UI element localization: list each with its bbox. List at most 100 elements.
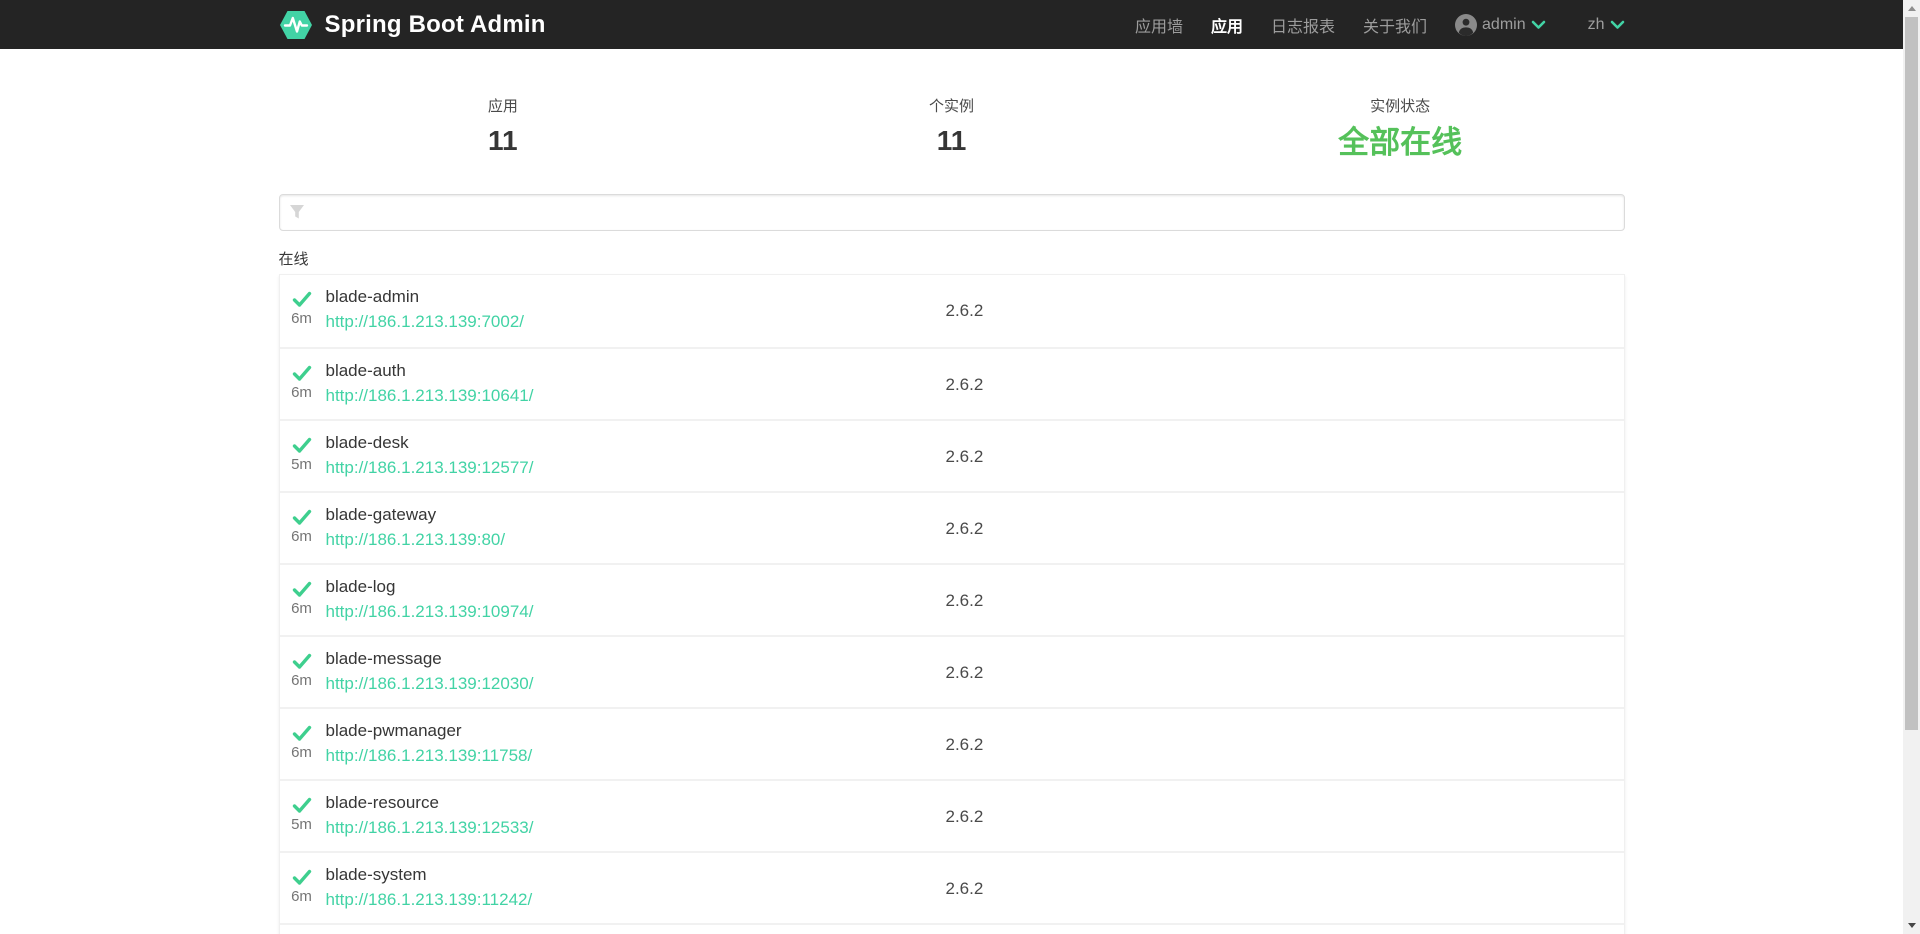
application-version: 2.6.2 bbox=[946, 735, 984, 755]
row-status: 6m bbox=[284, 565, 320, 616]
uptime-label: 6m bbox=[291, 601, 312, 616]
nav-item-applications[interactable]: 应用 bbox=[1211, 13, 1243, 37]
instance-url-link[interactable]: http://186.1.213.139:10974/ bbox=[326, 602, 534, 621]
row-info: blade-pwmanager http://186.1.213.139:117… bbox=[326, 709, 533, 768]
application-name: blade-log bbox=[326, 575, 534, 599]
row-info: blade-desk http://186.1.213.139:12577/ bbox=[326, 421, 534, 480]
application-version: 2.6.2 bbox=[946, 663, 984, 683]
application-row[interactable]: 6m blade-message http://186.1.213.139:12… bbox=[280, 635, 1624, 707]
stat-label: 应用 bbox=[279, 95, 728, 116]
row-info: blade-message http://186.1.213.139:12030… bbox=[326, 637, 534, 696]
stat-applications: 应用 11 bbox=[279, 95, 728, 161]
status-up-check-icon bbox=[292, 581, 312, 598]
application-row[interactable]: 6m blade-admin http://186.1.213.139:7002… bbox=[280, 275, 1624, 347]
nav-item-about[interactable]: 关于我们 bbox=[1363, 13, 1427, 37]
application-version: 2.6.2 bbox=[946, 447, 984, 467]
instance-url-link[interactable]: http://186.1.213.139:10641/ bbox=[326, 386, 534, 405]
application-row[interactable]: 5m blade-desk http://186.1.213.139:12577… bbox=[280, 419, 1624, 491]
application-name: blade-admin bbox=[326, 285, 525, 309]
status-up-check-icon bbox=[292, 653, 312, 670]
row-info: blade-log http://186.1.213.139:10974/ bbox=[326, 565, 534, 624]
uptime-label: 5m bbox=[291, 817, 312, 832]
instance-url-link[interactable]: http://186.1.213.139:80/ bbox=[326, 530, 506, 549]
application-row[interactable]: 6m blade-log http://186.1.213.139:10974/… bbox=[280, 563, 1624, 635]
spring-boot-admin-logo-icon bbox=[279, 10, 313, 40]
uptime-label: 6m bbox=[291, 889, 312, 904]
row-info: blade-auth http://186.1.213.139:10641/ bbox=[326, 349, 534, 408]
chevron-down-icon bbox=[1610, 20, 1625, 30]
status-summary: 应用 11 个实例 11 实例状态 全部在线 bbox=[279, 49, 1625, 161]
row-info: blade-admin http://186.1.213.139:7002/ bbox=[326, 275, 525, 334]
stat-value: 11 bbox=[727, 125, 1176, 157]
instance-url-link[interactable]: http://186.1.213.139:12533/ bbox=[326, 818, 534, 837]
application-name: blade-desk bbox=[326, 431, 534, 455]
header-nav: 应用墙 应用 日志报表 关于我们 admin bbox=[1135, 13, 1625, 37]
uptime-label: 6m bbox=[291, 745, 312, 760]
instance-url-link[interactable]: http://186.1.213.139:11758/ bbox=[326, 746, 533, 765]
uptime-label: 6m bbox=[291, 673, 312, 688]
stat-label: 个实例 bbox=[727, 95, 1176, 116]
instance-url-link[interactable]: http://186.1.213.139:12030/ bbox=[326, 674, 534, 693]
stat-label: 实例状态 bbox=[1176, 95, 1625, 116]
application-name: blade-gateway bbox=[326, 503, 506, 527]
application-version: 2.6.2 bbox=[946, 879, 984, 899]
brand[interactable]: Spring Boot Admin bbox=[279, 10, 546, 40]
application-row[interactable]: 6m blade-pwmanager http://186.1.213.139:… bbox=[280, 707, 1624, 779]
user-menu[interactable]: admin bbox=[1455, 14, 1546, 36]
application-name: blade-message bbox=[326, 647, 534, 671]
scroll-up-arrow-icon bbox=[1908, 6, 1916, 11]
row-status: 6m bbox=[284, 275, 320, 326]
group-status-label: 在线 bbox=[279, 248, 1625, 269]
uptime-label: 6m bbox=[291, 529, 312, 544]
main-viewport: Spring Boot Admin 应用墙 应用 日志报表 关于我们 admin bbox=[0, 0, 1903, 934]
vertical-scrollbar[interactable] bbox=[1903, 0, 1920, 934]
instance-url-link[interactable]: http://186.1.213.139:11242/ bbox=[326, 890, 533, 909]
row-status: 6m bbox=[284, 493, 320, 544]
application-name: blade-pwmanager bbox=[326, 719, 533, 743]
nav-item-journal[interactable]: 日志报表 bbox=[1271, 13, 1335, 37]
status-up-check-icon bbox=[292, 797, 312, 814]
application-row[interactable]: 6m blade-auth http://186.1.213.139:10641… bbox=[280, 347, 1624, 419]
instance-url-link[interactable]: http://186.1.213.139:7002/ bbox=[326, 312, 525, 331]
row-status: 6m bbox=[284, 637, 320, 688]
filter-input[interactable] bbox=[279, 194, 1625, 231]
stat-value: 11 bbox=[279, 125, 728, 157]
row-info: blade-resource http://186.1.213.139:1253… bbox=[326, 781, 534, 840]
scroll-up-button[interactable] bbox=[1903, 0, 1920, 17]
status-up-check-icon bbox=[292, 437, 312, 454]
application-row[interactable]: 6m blade-system http://186.1.213.139:112… bbox=[280, 851, 1624, 923]
scrollbar-thumb[interactable] bbox=[1905, 17, 1918, 730]
stat-instances: 个实例 11 bbox=[727, 95, 1176, 161]
row-status: 5m bbox=[284, 421, 320, 472]
application-row[interactable]: 6m blade-turbine http://186.1.213.139:10… bbox=[280, 923, 1624, 934]
scroll-down-arrow-icon bbox=[1908, 923, 1916, 928]
application-row[interactable]: 5m blade-resource http://186.1.213.139:1… bbox=[280, 779, 1624, 851]
application-version: 2.6.2 bbox=[946, 375, 984, 395]
instance-url-link[interactable]: http://186.1.213.139:12577/ bbox=[326, 458, 534, 477]
status-up-check-icon bbox=[292, 509, 312, 526]
uptime-label: 5m bbox=[291, 457, 312, 472]
row-info: blade-system http://186.1.213.139:11242/ bbox=[326, 853, 533, 912]
nav-item-wallboard[interactable]: 应用墙 bbox=[1135, 13, 1183, 37]
uptime-label: 6m bbox=[291, 385, 312, 400]
status-up-check-icon bbox=[292, 869, 312, 886]
filter-section bbox=[279, 194, 1625, 231]
page: Spring Boot Admin 应用墙 应用 日志报表 关于我们 admin bbox=[0, 0, 1920, 934]
application-row[interactable]: 6m blade-gateway http://186.1.213.139:80… bbox=[280, 491, 1624, 563]
stat-value-all-online: 全部在线 bbox=[1176, 125, 1625, 161]
status-up-check-icon bbox=[292, 291, 312, 308]
row-status: 5m bbox=[284, 781, 320, 832]
stat-instance-status: 实例状态 全部在线 bbox=[1176, 95, 1625, 161]
row-info: blade-gateway http://186.1.213.139:80/ bbox=[326, 493, 506, 552]
scroll-down-button[interactable] bbox=[1903, 917, 1920, 934]
application-name: blade-system bbox=[326, 863, 533, 887]
application-name: blade-auth bbox=[326, 359, 534, 383]
application-version: 2.6.2 bbox=[946, 591, 984, 611]
row-status: 6m bbox=[284, 925, 320, 934]
user-name: admin bbox=[1482, 16, 1526, 34]
user-avatar-icon bbox=[1455, 14, 1477, 36]
status-up-check-icon bbox=[292, 365, 312, 382]
status-up-check-icon bbox=[292, 725, 312, 742]
uptime-label: 6m bbox=[291, 311, 312, 326]
language-selector[interactable]: zh bbox=[1588, 16, 1625, 34]
